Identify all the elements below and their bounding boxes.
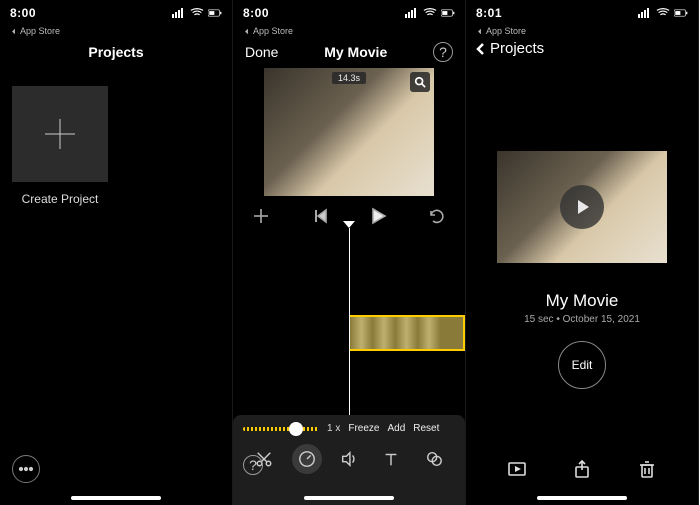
share-icon <box>572 459 592 479</box>
home-indicator[interactable] <box>537 496 627 500</box>
editor-screen: 8:00 App Store Done My Movie ? 14.3s 1 x… <box>233 0 466 505</box>
back-to-app-store[interactable]: App Store <box>0 26 232 36</box>
play-project-button[interactable] <box>503 455 531 483</box>
circles-icon <box>425 450 443 468</box>
undo-button[interactable] <box>423 202 451 230</box>
speed-slider[interactable] <box>243 427 319 431</box>
editor-bottom-bar: 1 x Freeze Add Reset <box>233 415 465 505</box>
edit-button[interactable]: Edit <box>558 341 606 389</box>
ellipsis-icon <box>16 459 36 479</box>
create-project-tile[interactable] <box>12 86 108 182</box>
chevron-left-icon <box>474 42 488 56</box>
done-button[interactable]: Done <box>245 44 278 60</box>
play-rect-icon <box>507 459 527 479</box>
zoom-button[interactable] <box>410 72 430 92</box>
status-icons <box>172 8 222 18</box>
projects-back-label: Projects <box>490 40 544 57</box>
undo-icon <box>427 206 447 226</box>
play-icon <box>572 197 592 217</box>
reset-speed-button[interactable]: Reset <box>413 423 439 434</box>
back-to-app-store[interactable]: App Store <box>233 26 465 36</box>
back-label: App Store <box>253 26 293 36</box>
status-time: 8:00 <box>243 6 269 20</box>
play-icon <box>368 206 388 226</box>
preview-video[interactable]: 14.3s <box>264 68 434 196</box>
more-button[interactable] <box>12 455 40 483</box>
timeline-help-button[interactable]: ? <box>243 455 263 475</box>
back-to-projects[interactable]: Projects <box>466 36 698 61</box>
status-time: 8:01 <box>476 6 502 20</box>
share-button[interactable] <box>568 455 596 483</box>
status-bar: 8:01 <box>466 0 698 26</box>
status-time: 8:00 <box>10 6 36 20</box>
speaker-icon <box>340 450 358 468</box>
project-thumbnail[interactable] <box>497 151 667 263</box>
home-indicator[interactable] <box>304 496 394 500</box>
plus-icon <box>251 206 271 226</box>
back-label: App Store <box>20 26 60 36</box>
status-icons <box>638 8 688 18</box>
filter-tool[interactable] <box>419 444 449 474</box>
speed-tool[interactable] <box>292 444 322 474</box>
project-meta: 15 sec • October 15, 2021 <box>497 314 667 325</box>
trash-icon <box>637 459 657 479</box>
text-icon <box>382 450 400 468</box>
projects-screen: 8:00 App Store Projects Create Project <box>0 0 233 505</box>
status-icons <box>405 8 455 18</box>
magnify-icon <box>414 76 426 88</box>
delete-button[interactable] <box>633 455 661 483</box>
status-bar: 8:00 <box>0 0 232 26</box>
text-tool[interactable] <box>376 444 406 474</box>
back-label: App Store <box>486 26 526 36</box>
plus-icon <box>40 114 80 154</box>
freeze-button[interactable]: Freeze <box>348 423 379 434</box>
edit-label: Edit <box>572 358 593 372</box>
timeline-clip[interactable] <box>350 315 465 351</box>
project-detail-screen: 8:01 App Store Projects My Movie 15 sec … <box>466 0 699 505</box>
volume-tool[interactable] <box>334 444 364 474</box>
project-title: My Movie <box>497 291 667 311</box>
play-button[interactable] <box>364 202 392 230</box>
help-button[interactable]: ? <box>433 42 453 62</box>
gauge-icon <box>298 450 316 468</box>
play-overlay[interactable] <box>560 185 604 229</box>
add-media-button[interactable] <box>247 202 275 230</box>
create-project-label: Create Project <box>12 192 108 206</box>
add-freeze-button[interactable]: Add <box>387 423 405 434</box>
movie-title: My Movie <box>324 44 387 60</box>
jump-start-button[interactable] <box>306 202 334 230</box>
back-to-app-store[interactable]: App Store <box>466 26 698 36</box>
page-title: Projects <box>88 44 143 60</box>
clip-time-badge: 14.3s <box>332 72 366 84</box>
speed-value: 1 x <box>327 423 340 434</box>
skip-back-icon <box>310 206 330 226</box>
status-bar: 8:00 <box>233 0 465 26</box>
home-indicator[interactable] <box>71 496 161 500</box>
